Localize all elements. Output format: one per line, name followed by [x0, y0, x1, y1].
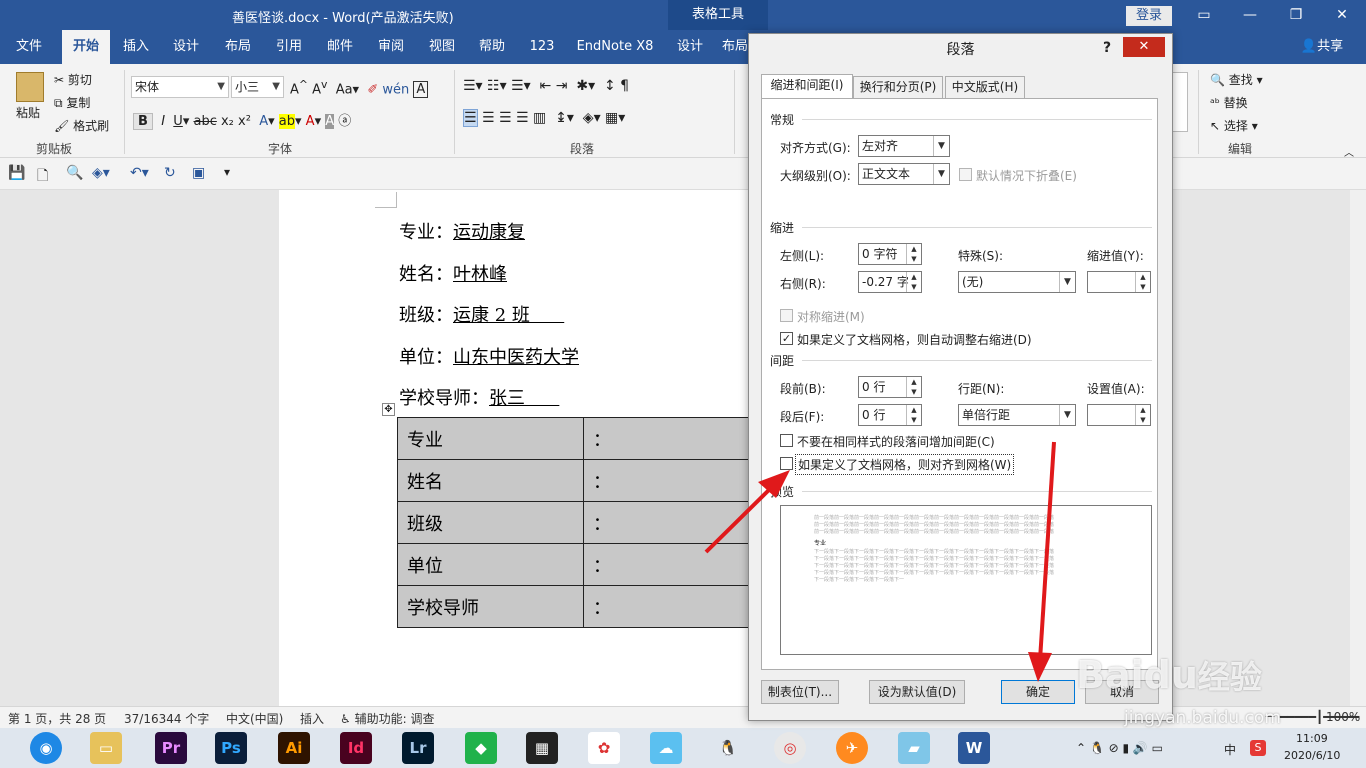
arrow-to-ok — [1038, 441, 1056, 661]
watermark-logo: Baidu经验 — [1076, 652, 1262, 698]
arrow-head — [1028, 652, 1052, 682]
watermark-url: jingyan.baidu.com — [1124, 708, 1281, 728]
watermark-brand: Baidu — [1076, 653, 1198, 697]
watermark-cn: 经验 — [1197, 658, 1262, 696]
arrow-to-snap-grid — [704, 481, 778, 554]
